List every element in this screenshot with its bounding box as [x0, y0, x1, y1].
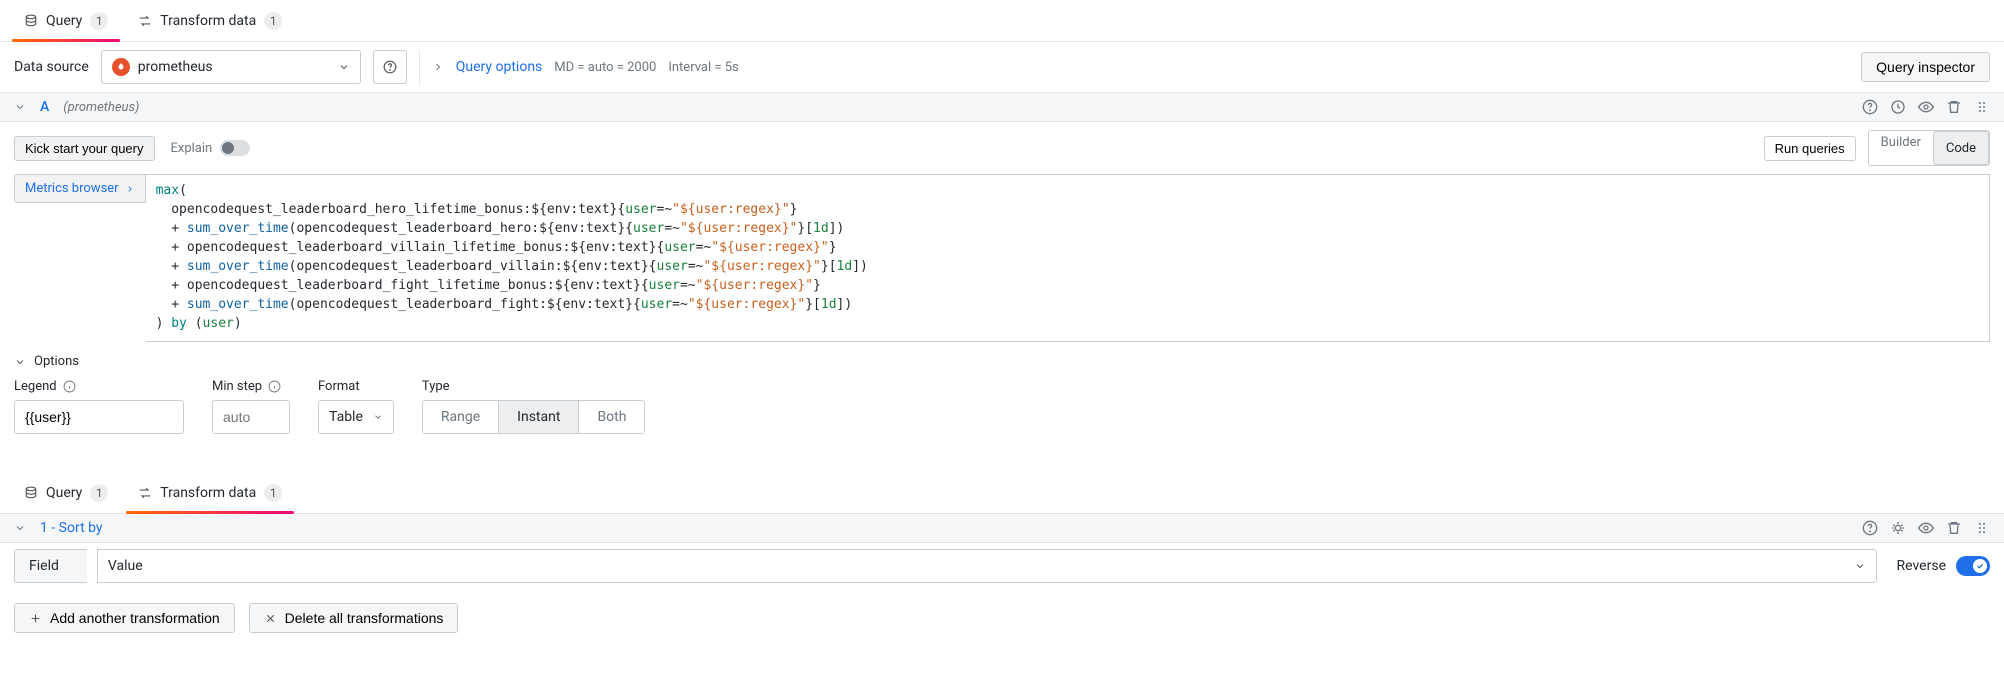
options-section: Options Legend Min step Format Table Typ…	[0, 348, 2004, 448]
transform-actions-row: Add another transformation Delete all tr…	[0, 589, 2004, 647]
info-icon[interactable]	[268, 380, 281, 393]
datasource-help-button[interactable]	[373, 50, 407, 84]
info-icon[interactable]	[63, 380, 76, 393]
metrics-browser-button[interactable]: Metrics browser	[14, 174, 146, 203]
debug-icon[interactable]	[1890, 520, 1906, 536]
tabs-bottom: Query 1 Transform data 1	[0, 472, 2004, 514]
tab-query[interactable]: Query 1	[12, 0, 120, 41]
eye-icon[interactable]	[1918, 99, 1934, 115]
query-actions	[1862, 99, 1990, 115]
tab-transform-bottom-label: Transform data	[160, 485, 256, 501]
chevron-down-icon	[373, 412, 383, 422]
minstep-input[interactable]	[212, 400, 290, 434]
query-header: A (prometheus)	[0, 93, 2004, 122]
tab-transform-badge: 1	[264, 12, 282, 30]
add-transformation-button[interactable]: Add another transformation	[14, 603, 235, 633]
reverse-toggle[interactable]	[1956, 556, 1990, 576]
metrics-browser-label: Metrics browser	[25, 181, 119, 196]
options-toggle[interactable]: Options	[14, 354, 1990, 369]
close-icon	[264, 612, 277, 625]
mode-segments: Builder Code	[1868, 130, 1990, 166]
explain-label: Explain	[171, 141, 213, 156]
add-transformation-label: Add another transformation	[50, 610, 220, 626]
tab-query-bottom[interactable]: Query 1	[12, 472, 120, 513]
type-both[interactable]: Both	[578, 401, 644, 433]
transform-field-row: Field Value Reverse	[0, 543, 2004, 589]
format-label: Format	[318, 379, 360, 394]
tab-transform-bottom[interactable]: Transform data 1	[126, 472, 294, 513]
md-info: MD = auto = 2000	[554, 60, 656, 75]
transform-header: 1 - Sort by	[0, 514, 2004, 543]
field-value: Value	[108, 558, 143, 574]
trash-icon[interactable]	[1946, 99, 1962, 115]
type-label: Type	[422, 379, 450, 394]
type-instant[interactable]: Instant	[498, 401, 578, 433]
tab-transform-bottom-badge: 1	[264, 484, 282, 502]
trash-icon[interactable]	[1946, 520, 1962, 536]
transform-actions	[1862, 520, 1990, 536]
help-icon	[383, 60, 397, 74]
tab-query-badge: 1	[90, 12, 108, 30]
datasource-label: Data source	[14, 59, 89, 75]
builder-segment[interactable]: Builder	[1869, 131, 1933, 165]
field-label: Field	[14, 549, 87, 583]
kickstart-button[interactable]: Kick start your query	[14, 136, 155, 161]
run-queries-button[interactable]: Run queries	[1764, 136, 1856, 161]
tab-transform-label: Transform data	[160, 13, 256, 29]
query-options-link[interactable]: Query options	[456, 59, 543, 75]
reverse-wrap: Reverse	[1887, 556, 1990, 576]
query-letter[interactable]: A	[40, 99, 49, 115]
code-segment[interactable]: Code	[1933, 131, 1989, 165]
reverse-label: Reverse	[1897, 558, 1946, 574]
promql-editor[interactable]: max( opencodequest_leaderboard_hero_life…	[146, 174, 1990, 342]
chevron-down-icon	[1854, 560, 1866, 572]
transform-title[interactable]: 1 - Sort by	[40, 520, 103, 536]
format-value: Table	[329, 409, 363, 425]
interval-info: Interval = 5s	[668, 60, 738, 75]
help-icon[interactable]	[1862, 520, 1878, 536]
minstep-label: Min step	[212, 379, 262, 394]
tabs-top: Query 1 Transform data 1	[0, 0, 2004, 42]
datasource-toolbar: Data source prometheus Query options MD …	[0, 42, 2004, 93]
drag-handle-icon[interactable]	[1974, 99, 1990, 115]
query-inspector-button[interactable]: Query inspector	[1861, 52, 1990, 82]
datasource-select[interactable]: prometheus	[101, 50, 361, 84]
chevron-down-icon	[338, 61, 350, 73]
chevron-right-icon	[125, 184, 135, 194]
drag-handle-icon[interactable]	[1974, 520, 1990, 536]
database-icon	[24, 486, 38, 500]
plus-icon	[29, 612, 42, 625]
tab-query-label: Query	[46, 13, 82, 29]
type-range[interactable]: Range	[423, 401, 498, 433]
format-select[interactable]: Table	[318, 400, 394, 434]
code-editor-row: Metrics browser max( opencodequest_leade…	[0, 174, 2004, 348]
transform-icon	[138, 14, 152, 28]
tab-query-bottom-label: Query	[46, 485, 82, 501]
options-title: Options	[34, 354, 79, 369]
legend-label: Legend	[14, 379, 57, 394]
field-select[interactable]: Value	[97, 549, 1877, 583]
database-icon	[24, 14, 38, 28]
help-icon[interactable]	[1862, 99, 1878, 115]
explain-toggle[interactable]	[220, 140, 250, 156]
chevron-right-icon[interactable]	[432, 61, 444, 73]
delete-transformations-label: Delete all transformations	[285, 610, 444, 626]
type-radio: Range Instant Both	[422, 400, 646, 434]
chevron-down-icon	[14, 356, 26, 368]
query-controls: Kick start your query Explain Run querie…	[0, 122, 2004, 174]
prometheus-icon	[112, 58, 130, 76]
query-name: (prometheus)	[63, 100, 139, 115]
transform-icon	[138, 486, 152, 500]
delete-transformations-button[interactable]: Delete all transformations	[249, 603, 459, 633]
tab-query-bottom-badge: 1	[90, 484, 108, 502]
eye-icon[interactable]	[1918, 520, 1934, 536]
explain-toggle-wrap: Explain	[171, 140, 251, 156]
chevron-down-icon[interactable]	[14, 522, 26, 534]
divider	[419, 50, 420, 84]
datasource-value: prometheus	[138, 59, 213, 75]
tab-transform[interactable]: Transform data 1	[126, 0, 294, 41]
legend-input[interactable]	[14, 400, 184, 434]
history-icon[interactable]	[1890, 99, 1906, 115]
chevron-down-icon[interactable]	[14, 101, 26, 113]
